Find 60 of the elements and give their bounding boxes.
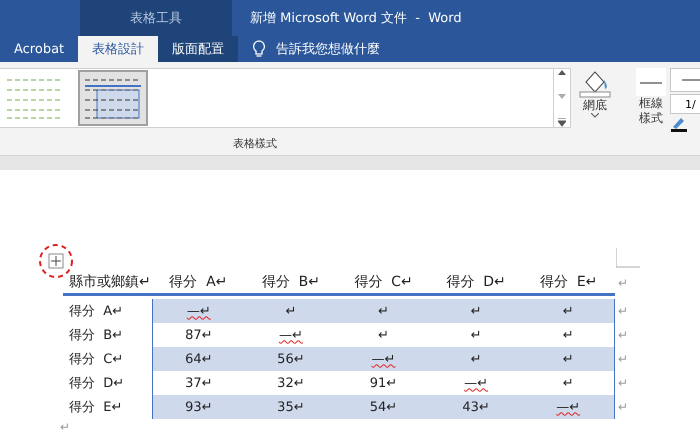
button-label: 樣式	[639, 111, 663, 126]
border-styles-button[interactable]: 框線 樣式	[632, 62, 670, 155]
column-header: 得分 A↵	[152, 270, 245, 296]
column-header: 得分 B↵	[244, 270, 338, 296]
table-style-thumbnail[interactable]	[78, 70, 148, 126]
scroll-up-icon	[558, 69, 566, 75]
gallery-more-icon	[558, 118, 566, 127]
table-cell-text: ↵	[470, 326, 483, 344]
row-end-mark: ↵	[616, 303, 630, 320]
ribbon-tab[interactable]: 表格設計	[78, 36, 158, 62]
table-cell: ↵	[430, 299, 522, 323]
table-cell: 54↵	[337, 395, 430, 419]
row-end-mark: ↵	[616, 375, 630, 392]
pen-color-icon	[670, 116, 688, 132]
ribbon-tab[interactable]: 版面配置	[158, 36, 238, 62]
table-cell: 43↵	[430, 395, 522, 419]
table-cell-text: 得分 A↵	[68, 303, 124, 321]
table-cell: —↵	[522, 395, 615, 419]
table-cell-text: 得分 B↵	[68, 327, 124, 345]
table-cell: 64↵	[152, 347, 245, 371]
column-header: 得分 E↵	[522, 270, 615, 296]
column-header: 得分 D↵	[430, 270, 522, 296]
caret-icon	[591, 113, 599, 118]
table-cell-text: 32↵	[276, 374, 306, 392]
row-end-mark: ↵	[616, 327, 630, 344]
table-cell-text: —↵	[463, 374, 490, 392]
ribbon-tab[interactable]: Acrobat	[0, 36, 78, 62]
line-style-icon	[636, 68, 666, 96]
table-cell-text: 91↵	[368, 374, 398, 392]
table-cell: ↵	[244, 299, 338, 323]
row-end-mark: ↵	[616, 399, 630, 416]
table-cell: ↵	[430, 347, 522, 371]
tell-me-field[interactable]: 告訴我您想做什麼	[276, 40, 380, 58]
table-cell-text: 得分 C↵	[68, 351, 124, 369]
row-end-mark: ↵	[616, 351, 630, 368]
column-header: 縣市或鄉鎮↵	[63, 270, 152, 296]
contextual-tab-label: 表格工具	[80, 0, 232, 36]
button-label: 框線	[639, 96, 663, 111]
scroll-down-icon	[558, 94, 566, 100]
table-cell: ↵	[337, 299, 430, 323]
table-cell: 35↵	[244, 395, 338, 419]
window-title: 新增 Microsoft Word 文件 - Word	[250, 10, 462, 28]
table-cell: ↵	[522, 347, 615, 371]
row-end-mark: ↵	[616, 275, 630, 292]
shading-button[interactable]: 網底	[574, 62, 616, 155]
table-cell-text: 得分 E↵	[68, 399, 124, 417]
table-cell: ↵	[522, 299, 615, 323]
table-cell: —↵	[337, 347, 430, 371]
table-cell: 93↵	[152, 395, 245, 419]
margin-corner-icon	[616, 248, 640, 268]
table-cell: 56↵	[244, 347, 338, 371]
table-cell-text: ↵	[377, 326, 390, 344]
table-cell-text: 得分 D↵	[68, 375, 126, 393]
group-label: 表格樣式	[233, 136, 277, 151]
paragraph-mark: ↵	[60, 420, 70, 434]
table-cell-text: —↵	[278, 326, 304, 344]
pen-weight-field[interactable]: 1/	[670, 94, 700, 114]
column-header: 得分 C↵	[337, 270, 430, 296]
lightbulb-icon	[252, 40, 266, 58]
table-cell: —↵	[152, 299, 245, 323]
